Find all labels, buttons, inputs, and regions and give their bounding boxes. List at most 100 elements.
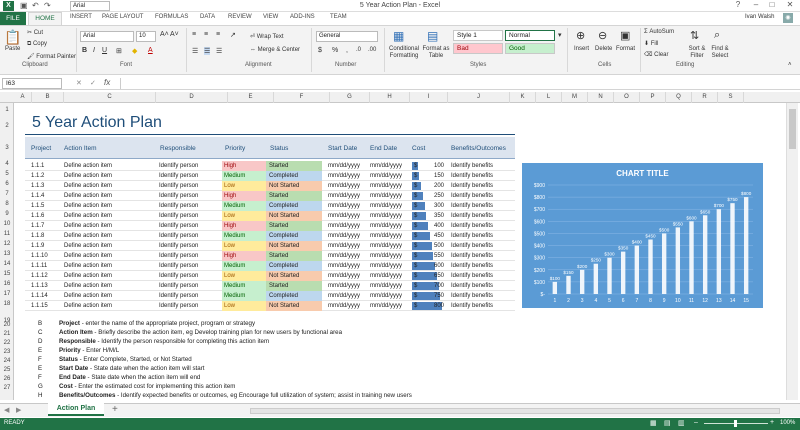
cell-benefits[interactable]: Identify benefits [451,191,513,201]
legend-description[interactable]: Status - Enter Complete, Started, or Not… [59,356,192,363]
table-row[interactable]: 1.1.15 Define action item Identify person L… [25,301,515,311]
legend-description[interactable]: Benefits/Outcomes - Identify expected be… [59,392,412,399]
cell-responsible[interactable]: Identify person [159,291,223,301]
row-header[interactable]: 4 [0,161,14,167]
tab-page-layout[interactable]: PAGE LAYOUT [102,14,143,20]
row-header[interactable]: 11 [0,231,14,237]
cell-end-date[interactable]: mm/dd/yyyy [370,241,410,251]
column-header[interactable]: H [370,92,410,103]
cell-end-date[interactable]: mm/dd/yyyy [370,211,410,221]
formula-input[interactable] [120,78,798,89]
column-header[interactable]: M [562,92,588,103]
cell-responsible[interactable]: Identify person [159,231,223,241]
column-header[interactable]: C [64,92,156,103]
row-header[interactable]: 18 [0,301,14,307]
delete-button[interactable]: Delete [595,46,612,52]
cell-action-item[interactable]: Define action item [64,201,158,211]
conditional-formatting-icon[interactable]: ▦ [393,29,404,43]
row-header[interactable]: 20 [0,322,14,328]
cell-status[interactable]: Completed [266,291,322,301]
fill-button[interactable]: ⬇ Fill [644,40,658,47]
table-row[interactable]: 1.1.4 Define action item Identify person Hi… [25,191,515,201]
column-header[interactable]: S [718,92,744,103]
delete-cells-icon[interactable]: ⊖ [598,29,607,42]
row-header[interactable]: 13 [0,251,14,257]
cell-responsible[interactable]: Identify person [159,261,223,271]
cell-status[interactable]: Started [266,281,322,291]
cell-responsible[interactable]: Identify person [159,281,223,291]
legend-column-letter[interactable]: E [38,347,42,354]
cell-end-date[interactable]: mm/dd/yyyy [370,291,410,301]
cell-project[interactable]: 1.1.7 [31,221,61,231]
format-table-icon[interactable]: ▤ [427,29,438,43]
cell-cost[interactable]: $250 [412,191,448,201]
number-format-select[interactable]: General [316,31,378,42]
cell-cost[interactable]: $650 [412,271,448,281]
style-style1[interactable]: Style 1 [453,30,503,41]
cell-start-date[interactable]: mm/dd/yyyy [328,301,368,311]
align-right-icon[interactable]: ☰ [216,47,222,55]
cell-start-date[interactable]: mm/dd/yyyy [328,241,368,251]
row-header[interactable]: 17 [0,291,14,297]
legend-description[interactable]: Cost - Enter the estimated cost for impl… [59,383,235,390]
cell-benefits[interactable]: Identify benefits [451,161,513,171]
cell-start-date[interactable]: mm/dd/yyyy [328,281,368,291]
column-header[interactable]: F [274,92,330,103]
row-header[interactable]: 25 [0,367,14,373]
grow-font-icon[interactable]: A˄ [160,31,169,38]
cell-start-date[interactable]: mm/dd/yyyy [328,171,368,181]
cell-cost[interactable]: $700 [412,281,448,291]
italic-icon[interactable]: I [93,47,95,54]
cell-project[interactable]: 1.1.5 [31,201,61,211]
cell-cost[interactable]: $750 [412,291,448,301]
align-middle-icon[interactable]: ≡ [204,31,208,38]
wrap-text-button[interactable]: ⏎ Wrap Text [250,33,284,40]
cell-benefits[interactable]: Identify benefits [451,211,513,221]
find-select-button[interactable]: Find & Select [708,46,732,60]
cell-status[interactable]: Not Started [266,211,322,221]
undo-icon[interactable]: ↶ [32,1,39,10]
styles-gallery-more-icon[interactable]: ▾ [558,31,562,39]
cell-start-date[interactable]: mm/dd/yyyy [328,251,368,261]
row-header[interactable]: 7 [0,191,14,197]
cell-start-date[interactable]: mm/dd/yyyy [328,221,368,231]
cell-responsible[interactable]: Identify person [159,241,223,251]
cell-end-date[interactable]: mm/dd/yyyy [370,301,410,311]
style-bad[interactable]: Bad [453,43,503,54]
cell-status[interactable]: Completed [266,171,322,181]
cell-action-item[interactable]: Define action item [64,171,158,181]
cell-project[interactable]: 1.1.13 [31,281,61,291]
underline-icon[interactable]: U [102,47,107,54]
table-row[interactable]: 1.1.3 Define action item Identify person Lo… [25,181,515,191]
sort-filter-button[interactable]: Sort & Filter [686,46,708,60]
bold-icon[interactable]: B [82,47,87,54]
zoom-slider-thumb[interactable] [734,420,737,427]
table-row[interactable]: 1.1.10 Define action item Identify person H… [25,251,515,261]
style-normal[interactable]: Normal [505,30,555,41]
cell-start-date[interactable]: mm/dd/yyyy [328,231,368,241]
sheet-title[interactable]: 5 Year Action Plan [32,114,162,132]
cell-status[interactable]: Started [266,251,322,261]
cell-priority[interactable]: Low [222,301,266,311]
row-header[interactable]: 10 [0,221,14,227]
format-cells-icon[interactable]: ▣ [620,29,630,42]
cell-cost[interactable]: $400 [412,221,448,231]
cell-responsible[interactable]: Identify person [159,201,223,211]
cell-benefits[interactable]: Identify benefits [451,231,513,241]
vertical-scrollbar[interactable] [786,103,798,400]
cell-responsible[interactable]: Identify person [159,271,223,281]
legend-description[interactable]: Action Item - Briefly describe the actio… [59,329,342,336]
cell-action-item[interactable]: Define action item [64,281,158,291]
cell-responsible[interactable]: Identify person [159,191,223,201]
cell-project[interactable]: 1.1.8 [31,231,61,241]
cell-benefits[interactable]: Identify benefits [451,241,513,251]
cell-project[interactable]: 1.1.9 [31,241,61,251]
column-header[interactable]: A [14,92,32,103]
cell-start-date[interactable]: mm/dd/yyyy [328,291,368,301]
cell-priority[interactable]: Medium [222,261,266,271]
cell-priority[interactable]: High [222,161,266,171]
user-name[interactable]: Ivan Walsh [745,14,774,20]
legend-column-letter[interactable]: F [38,374,42,381]
table-row[interactable]: 1.1.6 Define action item Identify person Lo… [25,211,515,221]
cell-priority[interactable]: Low [222,241,266,251]
